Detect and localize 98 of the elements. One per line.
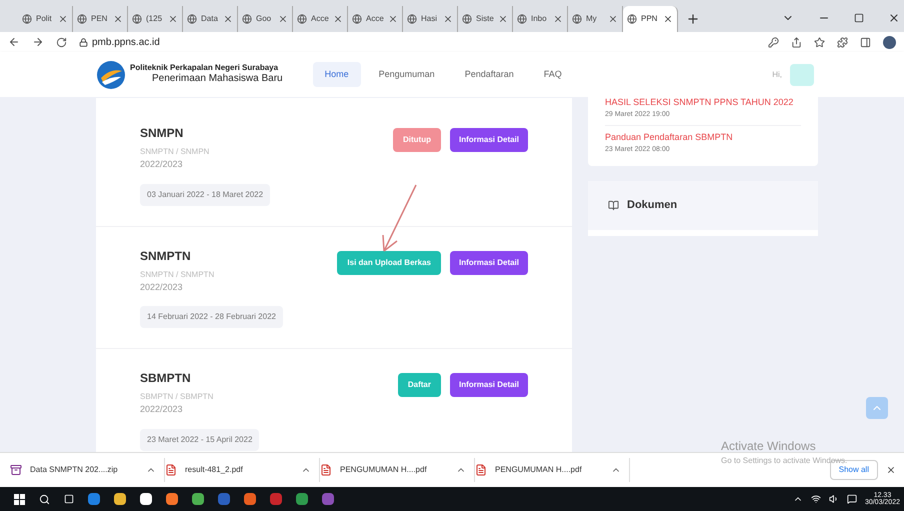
key-icon[interactable] <box>768 36 779 48</box>
puzzle-icon[interactable] <box>837 36 848 48</box>
period-badge: 03 Januari 2022 - 18 Maret 2022 <box>140 184 270 206</box>
download-item[interactable]: Data SNMPTN 202....zip <box>30 464 118 476</box>
archive-icon <box>10 464 22 476</box>
detail-button[interactable]: Informasi Detail <box>450 373 528 397</box>
documents-title: Dokumen <box>627 198 678 214</box>
tab-title: Acce <box>366 13 384 25</box>
search-icon[interactable] <box>39 494 50 504</box>
close-icon[interactable] <box>388 14 398 24</box>
taskbar-app-icon[interactable] <box>114 493 126 505</box>
windows-icon[interactable] <box>14 494 25 504</box>
globe-icon <box>77 14 87 24</box>
nav-link[interactable]: Home <box>312 62 361 88</box>
close-icon[interactable] <box>663 14 673 24</box>
period-badge: 14 Februari 2022 - 28 Februari 2022 <box>140 306 283 328</box>
tab-title: Acce <box>311 13 329 25</box>
tab-title: PPN <box>641 13 658 25</box>
globe-icon <box>407 14 417 24</box>
announcement-link[interactable]: Panduan Pendaftaran SBMPTN <box>605 131 801 144</box>
tab-title: My <box>586 13 597 25</box>
close-icon[interactable] <box>553 14 563 24</box>
tab-title: Siste <box>476 13 494 25</box>
close-icon[interactable] <box>278 14 288 24</box>
network-icon[interactable] <box>810 494 821 504</box>
taskbar-app-icon[interactable] <box>166 493 178 505</box>
globe-icon <box>22 14 32 24</box>
close-icon[interactable] <box>443 14 453 24</box>
globe-icon <box>572 14 582 24</box>
pdf-icon <box>165 464 177 476</box>
program-title: SBMPTN <box>140 370 192 387</box>
nav-link[interactable]: FAQ <box>532 62 574 88</box>
tab-title: PEN <box>91 13 108 25</box>
tab-title: Hasi <box>421 13 438 25</box>
tab-title: Polit <box>36 13 52 25</box>
program-title: SNMPN <box>140 125 184 142</box>
brand-title: Politeknik Perkapalan Negeri Surabaya <box>130 63 280 74</box>
volume-icon[interactable] <box>828 494 839 504</box>
close-icon[interactable] <box>58 14 68 24</box>
maximize-icon[interactable] <box>854 13 864 23</box>
avatar[interactable] <box>883 36 896 48</box>
book-icon <box>608 200 619 211</box>
tab-title: Goo <box>256 13 272 25</box>
globe-icon <box>242 14 252 24</box>
close-icon[interactable] <box>223 14 233 24</box>
globe-icon <box>517 14 527 24</box>
close-icon[interactable] <box>333 14 343 24</box>
detail-button[interactable]: Informasi Detail <box>450 128 528 152</box>
download-item[interactable]: PENGUMUMAN H....pdf <box>340 464 427 476</box>
detail-button[interactable]: Informasi Detail <box>450 250 528 274</box>
program-path: SBMPTN / SBMPTN <box>140 391 214 403</box>
tab-title: Data <box>201 13 218 25</box>
program-year: 2022/2023 <box>140 403 184 416</box>
nav-link[interactable]: Pendaftaran <box>452 62 526 88</box>
download-item[interactable]: PENGUMUMAN H....pdf <box>495 464 582 476</box>
new-tab-icon[interactable] <box>686 12 700 26</box>
notification-icon[interactable] <box>846 494 857 504</box>
close-icon[interactable] <box>608 14 618 24</box>
globe-icon <box>352 14 362 24</box>
program-year: 2022/2023 <box>140 280 184 294</box>
browser-tab[interactable]: PPN <box>623 6 678 32</box>
url-text: pmb.ppns.ac.id <box>92 36 160 50</box>
close-icon[interactable] <box>498 14 508 24</box>
star-icon[interactable] <box>814 36 825 48</box>
brand-subtitle: Penerimaan Mahasiswa Baru <box>151 73 283 86</box>
pdf-icon <box>475 464 487 476</box>
greeting: Hi, <box>772 68 782 80</box>
logo-icon <box>96 60 126 90</box>
forward-icon[interactable] <box>32 36 44 48</box>
tab-title: Inbo <box>531 13 547 25</box>
announcement-link[interactable]: HASIL SELEKSI SNMPTN PPNS TAHUN 2022 <box>605 97 801 110</box>
program-path: SNMPTN / SNMPN <box>140 146 210 158</box>
download-item[interactable]: result-481_2.pdf <box>185 464 243 476</box>
tab-title: (125 <box>146 13 162 25</box>
globe-icon <box>132 14 142 24</box>
share-icon[interactable] <box>791 36 802 48</box>
close-icon[interactable] <box>886 465 896 475</box>
pdf-icon <box>320 464 332 476</box>
period-badge: 23 Maret 2022 - 15 April 2022 <box>140 428 260 450</box>
taskbar-app-icon[interactable] <box>140 493 152 505</box>
close-icon[interactable] <box>888 12 900 24</box>
close-icon[interactable] <box>168 14 178 24</box>
watermark-title: Activate Windows <box>721 438 817 455</box>
reload-icon[interactable] <box>56 36 67 48</box>
program-title: SNMPTN <box>140 248 192 264</box>
globe-icon <box>462 14 472 24</box>
program-year: 2022/2023 <box>140 158 184 171</box>
taskbar-app-icon[interactable] <box>192 493 204 505</box>
globe-icon <box>187 14 197 24</box>
globe-icon <box>297 14 307 24</box>
globe-icon <box>627 14 637 24</box>
panel-icon[interactable] <box>860 36 871 48</box>
program-path: SNMPTN / SNMPTN <box>140 268 216 280</box>
task-view-icon[interactable] <box>64 494 74 504</box>
lock-icon <box>79 38 88 46</box>
nav-link[interactable]: Pengumuman <box>366 62 447 88</box>
back-icon[interactable] <box>8 36 20 48</box>
close-icon[interactable] <box>113 14 123 24</box>
